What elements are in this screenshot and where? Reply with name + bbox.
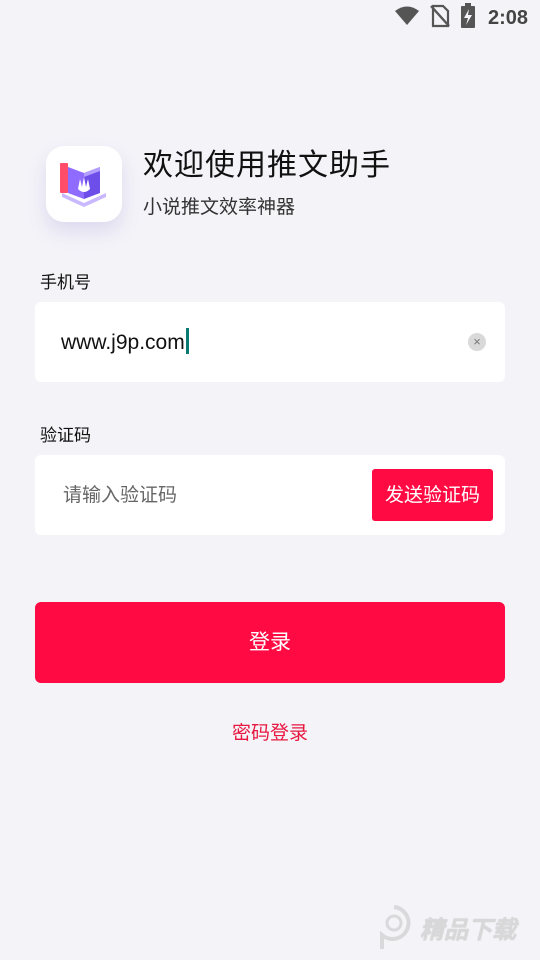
text-caret bbox=[185, 328, 189, 354]
page-subtitle: 小说推文效率神器 bbox=[143, 196, 296, 218]
status-icons: 2:08 bbox=[394, 3, 528, 33]
code-input[interactable] bbox=[61, 477, 365, 513]
watermark: 精品下载 bbox=[374, 902, 534, 952]
watermark-text: 精品下载 bbox=[420, 915, 516, 944]
book-hand-icon bbox=[60, 163, 106, 207]
phone-value: www.j9p.com bbox=[61, 331, 185, 354]
status-bar: 2:08 bbox=[0, 0, 540, 36]
phone-label: 手机号 bbox=[40, 273, 91, 293]
no-sim-icon bbox=[430, 4, 450, 32]
phone-input[interactable]: www.j9p.com bbox=[61, 328, 189, 355]
login-button[interactable]: 登录 bbox=[35, 602, 505, 683]
code-label: 验证码 bbox=[40, 426, 91, 446]
page-title: 欢迎使用推文助手 bbox=[143, 148, 391, 183]
app-logo bbox=[46, 146, 122, 222]
send-code-button[interactable]: 发送验证码 bbox=[372, 469, 493, 521]
status-time: 2:08 bbox=[487, 6, 528, 29]
wifi-icon bbox=[394, 5, 420, 31]
password-login-link[interactable]: 密码登录 bbox=[0, 718, 540, 745]
clear-icon[interactable]: × bbox=[468, 333, 486, 351]
code-field: 发送验证码 bbox=[35, 455, 505, 535]
watermark-logo-icon bbox=[380, 905, 411, 949]
phone-field[interactable]: www.j9p.com × bbox=[35, 302, 505, 382]
battery-charging-icon bbox=[460, 3, 476, 33]
